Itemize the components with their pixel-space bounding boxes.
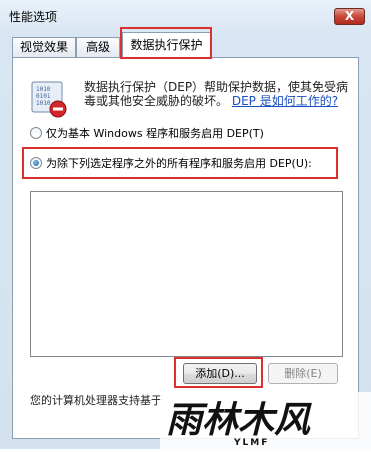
radio-all-except-button[interactable] [30,157,42,169]
svg-text:雨林木风: 雨林木风 [166,400,312,441]
radio-essential-only[interactable]: 仅为基本 Windows 程序和服务启用 DEP(T) [30,126,264,142]
processor-support-text: 您的计算机处理器支持基于 [30,394,162,407]
close-icon: X [344,9,355,23]
performance-options-dialog: 性能选项 X 视觉效果 高级 数据执行保护 1010 0101 1010 数据执… [0,0,371,449]
close-button[interactable]: X [334,8,365,25]
svg-text:1010: 1010 [36,86,51,93]
ylmf-watermark-logo: 雨林木风 YLMF [160,392,371,449]
remove-button[interactable]: 删除(E) [268,363,338,384]
dep-help-link[interactable]: DEP 是如何工作的? [232,94,338,108]
tab-advanced[interactable]: 高级 [76,37,120,57]
radio-all-except-label: 为除下列选定程序之外的所有程序和服务启用 DEP(U): [46,157,312,170]
tab-visual-effects[interactable]: 视觉效果 [12,37,76,57]
radio-essential-label: 仅为基本 Windows 程序和服务启用 DEP(T) [46,127,264,140]
tab-dep[interactable]: 数据执行保护 [122,32,211,58]
program-list[interactable] [30,191,343,357]
add-button[interactable]: 添加(D)... [183,363,257,384]
svg-text:1010: 1010 [36,100,51,107]
title-bar[interactable]: 性能选项 X [0,0,371,30]
svg-text:YLMF: YLMF [233,438,269,448]
radio-all-except[interactable]: 为除下列选定程序之外的所有程序和服务启用 DEP(U): [30,156,312,172]
svg-text:0101: 0101 [36,93,51,100]
dep-shield-icon: 1010 0101 1010 [30,80,70,120]
dep-description: 数据执行保护（DEP）帮助保护数据，使其免受病毒或其他安全威胁的破坏。 DEP … [84,80,354,108]
window-title: 性能选项 [9,10,58,24]
radio-essential-button[interactable] [30,127,42,139]
